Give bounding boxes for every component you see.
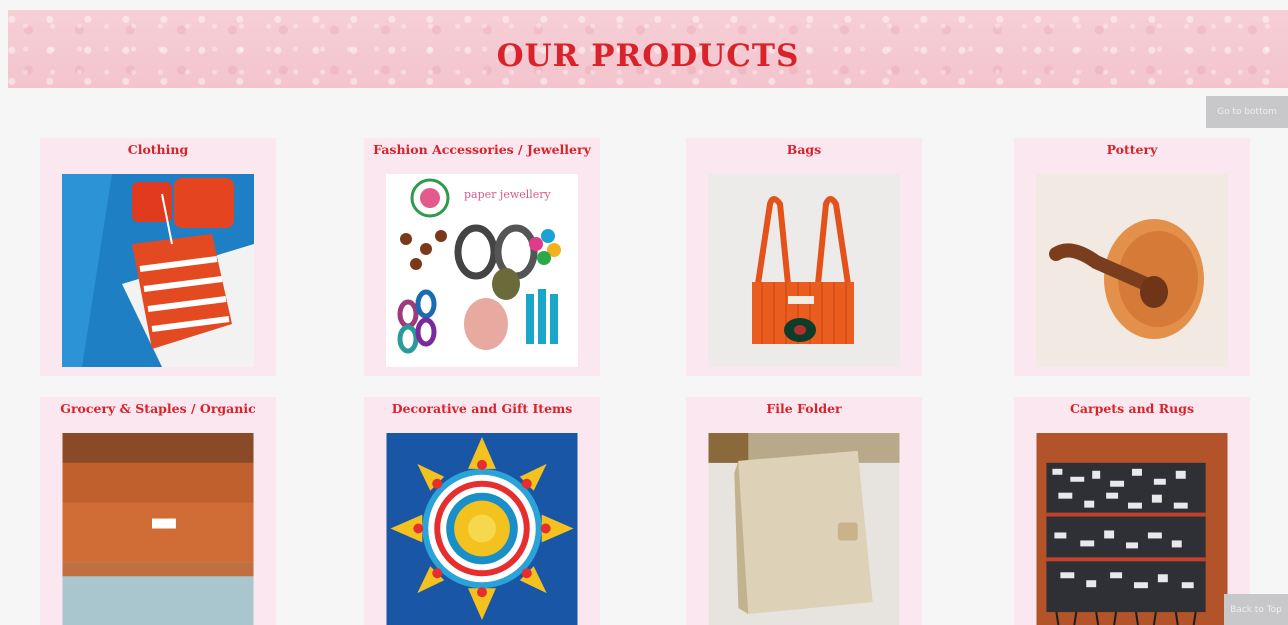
product-card-bags[interactable]: Bags — [686, 138, 922, 376]
wooden-bowl-spoon-image[interactable] — [1036, 174, 1228, 367]
product-title[interactable]: Grocery & Staples / Organic — [40, 401, 276, 416]
product-card-carpets[interactable]: Carpets and Rugs — [1014, 397, 1250, 625]
product-card-fashion-accessories[interactable]: Fashion Accessories / Jewellery paper je… — [364, 138, 600, 376]
header-banner: OUR PRODUCTS — [8, 10, 1288, 88]
paper-jewellery-image[interactable]: paper jewellery — [386, 174, 578, 367]
product-card-file-folder[interactable]: File Folder — [686, 397, 922, 625]
grocery-packets-image[interactable] — [62, 433, 254, 625]
orange-bag-image[interactable] — [708, 174, 900, 367]
paper-jewellery-caption: paper jewellery — [464, 188, 552, 201]
knitted-sweater-image[interactable] — [62, 174, 254, 367]
file-folder-image[interactable] — [708, 433, 900, 625]
product-card-pottery[interactable]: Pottery — [1014, 138, 1250, 376]
product-title[interactable]: Carpets and Rugs — [1014, 401, 1250, 416]
back-to-top-button[interactable]: Back to Top — [1224, 594, 1288, 625]
product-title[interactable]: Bags — [686, 142, 922, 157]
go-to-bottom-button[interactable]: Go to bottom — [1206, 96, 1288, 128]
rug-image[interactable] — [1036, 433, 1228, 625]
rangoli-mandala-image[interactable] — [386, 433, 578, 625]
product-title[interactable]: Clothing — [40, 142, 276, 157]
product-title[interactable]: Fashion Accessories / Jewellery — [364, 142, 600, 157]
product-card-decorative[interactable]: Decorative and Gift Items — [364, 397, 600, 625]
product-card-grocery[interactable]: Grocery & Staples / Organic — [40, 397, 276, 625]
product-title[interactable]: File Folder — [686, 401, 922, 416]
product-title[interactable]: Pottery — [1014, 142, 1250, 157]
product-card-clothing[interactable]: Clothing — [40, 138, 276, 376]
page-title: OUR PRODUCTS — [496, 38, 800, 74]
product-title[interactable]: Decorative and Gift Items — [364, 401, 600, 416]
